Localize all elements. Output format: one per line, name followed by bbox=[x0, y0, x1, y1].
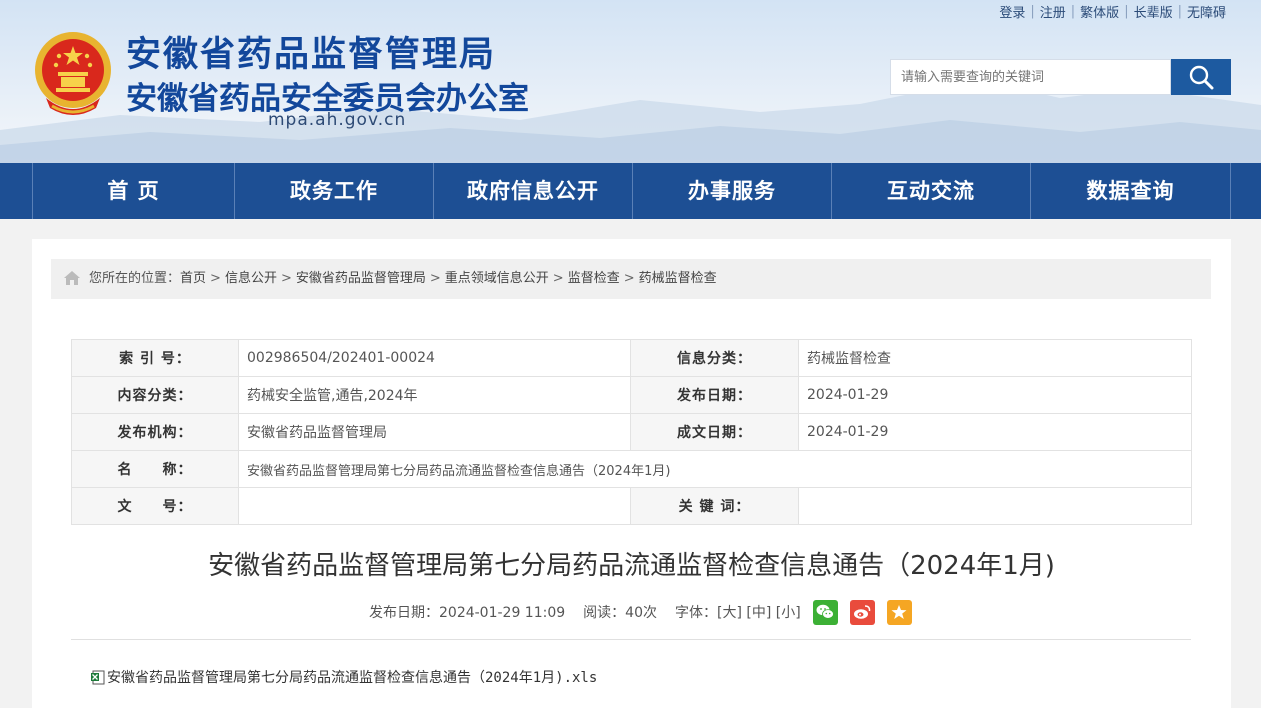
issuer-label: 发布机构： bbox=[71, 413, 239, 451]
font-size-controls: 字体：[大] [中] [小] bbox=[675, 602, 801, 622]
article-meta: 发布日期：2024-01-29 11:09 阅读：40次 字体：[大] [中] … bbox=[369, 599, 912, 625]
breadcrumb-separator: > bbox=[552, 271, 564, 286]
attachment-filename[interactable]: 安徽省药品监督管理局第七分局药品流通监督检查信息通告（2024年1月).xls bbox=[107, 667, 597, 687]
breadcrumb-separator: > bbox=[280, 271, 292, 286]
issuer-value: 安徽省药品监督管理局 bbox=[238, 413, 631, 451]
article-divider bbox=[71, 639, 1191, 640]
main-nav: 首 页 政务工作 政府信息公开 办事服务 互动交流 数据查询 bbox=[0, 163, 1261, 219]
publish-date-label: 发布日期： bbox=[630, 376, 799, 414]
created-date-label: 成文日期： bbox=[630, 413, 799, 451]
table-row: 发布机构： 安徽省药品监督管理局 成文日期： 2024-01-29 bbox=[71, 413, 1192, 451]
breadcrumb-prefix: 您所在的位置： bbox=[89, 271, 181, 286]
font-small-button[interactable]: [小] bbox=[776, 605, 801, 621]
category-label: 信息分类： bbox=[630, 339, 799, 377]
breadcrumb-separator: > bbox=[210, 271, 221, 286]
font-medium-button[interactable]: [中] bbox=[746, 605, 771, 621]
index-label: 索 引 号： bbox=[71, 339, 239, 377]
breadcrumb-item-home[interactable]: 首页 bbox=[180, 271, 206, 286]
login-link[interactable]: 登录 bbox=[994, 2, 1030, 21]
name-label: 名 称： bbox=[71, 450, 239, 488]
table-row: 内容分类： 药械安全监管,通告,2024年 发布日期： 2024-01-29 bbox=[71, 376, 1192, 414]
home-icon bbox=[64, 271, 80, 285]
table-row: 文 号： 关 键 词： bbox=[71, 487, 1192, 525]
wechat-share-button[interactable] bbox=[812, 599, 838, 625]
excel-file-icon bbox=[91, 670, 105, 685]
name-value: 安徽省药品监督管理局第七分局药品流通监督检查信息通告（2024年1月) bbox=[238, 450, 1192, 488]
top-links: 登录 | 注册 | 繁体版 | 长辈版 | 无障碍 bbox=[994, 2, 1231, 21]
breadcrumb-item-key-areas[interactable]: 重点领域信息公开 bbox=[445, 271, 549, 286]
nav-item-interaction[interactable]: 互动交流 bbox=[831, 163, 1030, 219]
content-type-value: 药械安全监管,通告,2024年 bbox=[238, 376, 631, 414]
table-row: 名 称： 安徽省药品监督管理局第七分局药品流通监督检查信息通告（2024年1月) bbox=[71, 450, 1192, 488]
article-title: 安徽省药品监督管理局第七分局药品流通监督检查信息通告（2024年1月) bbox=[208, 551, 1055, 581]
favorite-button[interactable] bbox=[886, 599, 912, 625]
search-input[interactable] bbox=[890, 59, 1171, 95]
category-value: 药械监督检查 bbox=[798, 339, 1192, 377]
doc-number-label: 文 号： bbox=[71, 487, 239, 525]
index-value: 002986504/202401-00024 bbox=[238, 339, 631, 377]
nav-item-data-query[interactable]: 数据查询 bbox=[1030, 163, 1231, 219]
metadata-table: 索 引 号： 002986504/202401-00024 信息分类： 药械监督… bbox=[71, 339, 1192, 525]
breadcrumb-item-info-disclosure[interactable]: 信息公开 bbox=[225, 271, 277, 286]
article-views: 阅读：40次 bbox=[583, 605, 657, 621]
traditional-chinese-link[interactable]: 繁体版 bbox=[1075, 2, 1124, 21]
breadcrumb-separator: > bbox=[623, 271, 635, 286]
favorite-icon bbox=[891, 605, 907, 619]
site-domain: mpa.ah.gov.cn bbox=[268, 110, 407, 130]
weibo-share-button[interactable] bbox=[849, 599, 875, 625]
search-icon bbox=[1189, 65, 1214, 90]
font-large-button[interactable]: [大] bbox=[717, 605, 742, 621]
site-title-main: 安徽省药品监督管理局 bbox=[126, 35, 497, 75]
content-type-label: 内容分类： bbox=[71, 376, 239, 414]
nav-item-information-disclosure[interactable]: 政府信息公开 bbox=[433, 163, 632, 219]
weibo-icon bbox=[854, 605, 871, 619]
content-card: 您所在的位置：首页 > 信息公开 > 安徽省药品监督管理局 > 重点领域信息公开 > 监督检查 >… bbox=[32, 239, 1231, 708]
breadcrumb: 您所在的位置：首页 > 信息公开 > 安徽省药品监督管理局 > 重点领域信息公开 > 监督检查 >… bbox=[51, 259, 1211, 299]
breadcrumb-item-bureau[interactable]: 安徽省药品监督管理局 bbox=[296, 271, 426, 286]
nav-item-home[interactable]: 首 页 bbox=[32, 163, 234, 219]
search-button[interactable] bbox=[1171, 59, 1231, 95]
created-date-value: 2024-01-29 bbox=[798, 413, 1192, 451]
breadcrumb-separator: > bbox=[429, 271, 441, 286]
attachment-link[interactable]: 安徽省药品监督管理局第七分局药品流通监督检查信息通告（2024年1月).xls bbox=[90, 667, 597, 687]
elderly-mode-link[interactable]: 长辈版 bbox=[1129, 2, 1178, 21]
nav-item-government-affairs[interactable]: 政务工作 bbox=[234, 163, 433, 219]
register-link[interactable]: 注册 bbox=[1035, 2, 1071, 21]
keywords-value bbox=[798, 487, 1192, 525]
national-emblem-icon bbox=[35, 32, 111, 115]
font-size-label: 字体： bbox=[675, 605, 717, 621]
breadcrumb-item-supervision[interactable]: 监督检查 bbox=[568, 271, 620, 286]
keywords-label: 关 键 词： bbox=[630, 487, 799, 525]
accessibility-link[interactable]: 无障碍 bbox=[1182, 2, 1231, 21]
site-header: 安徽省药品监督管理局 安徽省药品安全委员会办公室 mpa.ah.gov.cn 登… bbox=[0, 0, 1261, 163]
article-publish-date: 发布日期：2024-01-29 11:09 bbox=[369, 605, 566, 621]
publish-date-value: 2024-01-29 bbox=[798, 376, 1192, 414]
wechat-icon bbox=[816, 604, 835, 619]
doc-number-value bbox=[238, 487, 631, 525]
nav-item-services[interactable]: 办事服务 bbox=[632, 163, 831, 219]
table-row: 索 引 号： 002986504/202401-00024 信息分类： 药械监督… bbox=[71, 339, 1192, 377]
breadcrumb-item-drug-device-inspection[interactable]: 药械监督检查 bbox=[639, 271, 717, 286]
